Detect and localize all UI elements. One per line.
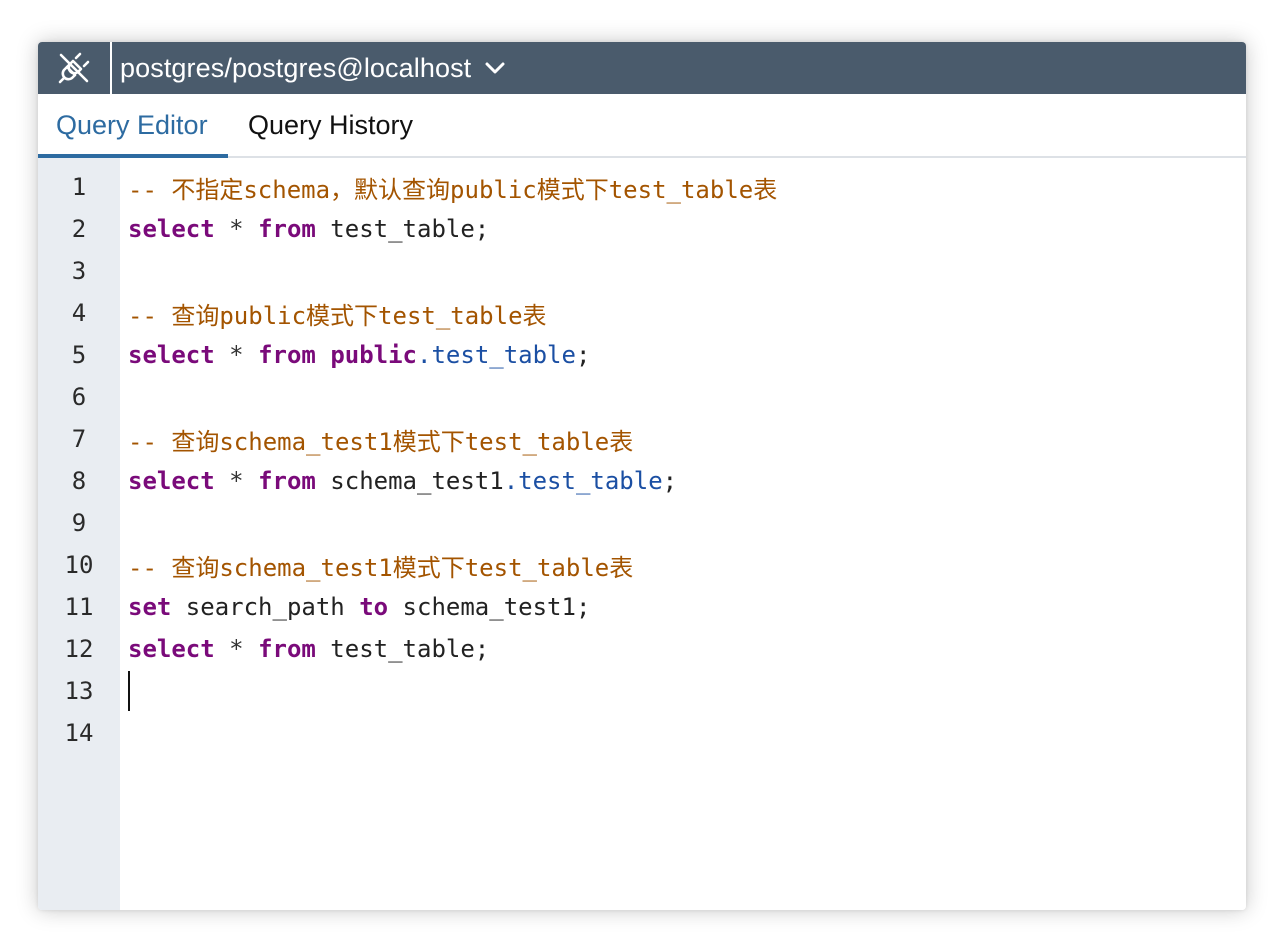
- sql-code-editor[interactable]: 1 -- 不指定schema，默认查询public模式下test_table表 2 s…: [38, 158, 1246, 910]
- code-line[interactable]: 10 -- 查询schema_test1模式下test_table表: [38, 544, 1246, 586]
- code-token-prop: .test_table: [417, 341, 576, 369]
- code-line[interactable]: 9: [38, 502, 1246, 544]
- code-token-comment: -- 不指定schema，默认查询public模式下test_table表: [128, 175, 778, 204]
- tab-label: Query History: [248, 109, 414, 140]
- line-number: 11: [64, 593, 94, 621]
- code-token-id: schema_test1: [315, 467, 504, 495]
- code-token-op: *: [214, 467, 259, 495]
- code-token-op: *: [214, 341, 259, 369]
- line-number: 3: [71, 257, 87, 285]
- code-token-comment: -- 查询schema_test1模式下test_table表: [128, 427, 634, 456]
- code-text: -- 查询schema_test1模式下test_table表: [120, 422, 633, 457]
- line-number: 12: [64, 635, 94, 663]
- code-token-kw: select: [128, 215, 215, 243]
- code-token-kw: public: [330, 341, 418, 369]
- code-token-op: *: [214, 215, 259, 243]
- code-token-kw: set: [128, 593, 172, 621]
- connection-label: postgres/postgres@localhost: [120, 52, 472, 83]
- line-number: 4: [71, 299, 87, 327]
- line-number: 2: [71, 215, 87, 243]
- code-token-comment: -- 查询public模式下test_table表: [128, 301, 547, 330]
- line-number: 1: [71, 173, 87, 201]
- code-text: -- 不指定schema，默认查询public模式下test_table表: [120, 170, 777, 205]
- code-line[interactable]: 3: [38, 250, 1246, 292]
- chevron-down-icon: [485, 61, 505, 75]
- code-token-kw: select: [128, 341, 215, 369]
- code-line[interactable]: 1 -- 不指定schema，默认查询public模式下test_table表: [38, 166, 1246, 208]
- tab-bar: Query Editor Query History: [38, 94, 1246, 158]
- code-token-kw: to: [359, 593, 389, 621]
- tab-query-editor[interactable]: Query Editor: [38, 94, 228, 158]
- code-text: select * from test_table;: [120, 635, 489, 663]
- line-number: 10: [64, 551, 94, 579]
- code-token-kw: from: [258, 341, 316, 369]
- code-token-id: [316, 341, 330, 369]
- connection-bar: postgres/postgres@localhost: [38, 42, 1246, 94]
- code-line[interactable]: 6: [38, 376, 1246, 418]
- code-line[interactable]: 5 select * from public.test_table;: [38, 334, 1246, 376]
- code-text: select * from schema_test1.test_table;: [120, 467, 677, 495]
- tab-query-history[interactable]: Query History: [228, 94, 413, 156]
- code-line[interactable]: 8 select * from schema_test1.test_table;: [38, 460, 1246, 502]
- code-text: select * from public.test_table;: [120, 341, 590, 369]
- code-token-id: schema_test1;: [388, 593, 591, 621]
- code-token-op: *: [214, 635, 259, 663]
- code-line[interactable]: 7 -- 查询schema_test1模式下test_table表: [38, 418, 1246, 460]
- line-number: 14: [64, 719, 94, 747]
- code-token-id: ;: [575, 341, 591, 369]
- code-token-kw: from: [258, 467, 316, 495]
- connection-status-button[interactable]: [38, 42, 112, 94]
- code-token-kw: select: [128, 635, 215, 663]
- code-token-kw: from: [258, 215, 316, 243]
- code-token-kw: from: [258, 635, 316, 663]
- line-number: 13: [64, 677, 94, 705]
- code-token-id: ;: [662, 467, 678, 495]
- code-text: select * from test_table;: [120, 215, 489, 243]
- query-tool-window: postgres/postgres@localhost Query Editor…: [38, 42, 1246, 910]
- code-token-id: search_path: [171, 593, 360, 621]
- line-number: 8: [71, 467, 87, 495]
- code-line[interactable]: 13: [38, 670, 1246, 712]
- line-number: 5: [71, 341, 87, 369]
- code-line[interactable]: 4 -- 查询public模式下test_table表: [38, 292, 1246, 334]
- code-text: set search_path to schema_test1;: [120, 593, 590, 621]
- code-text: -- 查询public模式下test_table表: [120, 296, 547, 331]
- disconnected-plug-icon: [56, 50, 92, 86]
- code-token-id: test_table;: [315, 635, 490, 663]
- code-line[interactable]: 2 select * from test_table;: [38, 208, 1246, 250]
- code-line[interactable]: 14: [38, 712, 1246, 754]
- code-token-kw: select: [128, 467, 215, 495]
- text-cursor: [128, 671, 130, 711]
- connection-selector[interactable]: postgres/postgres@localhost: [112, 42, 505, 94]
- code-token-id: test_table;: [315, 215, 490, 243]
- tab-label: Query Editor: [56, 109, 208, 140]
- line-number: 6: [71, 383, 87, 411]
- line-number: 7: [71, 425, 87, 453]
- code-text: -- 查询schema_test1模式下test_table表: [120, 548, 633, 583]
- line-number: 9: [71, 509, 87, 537]
- code-token-comment: -- 查询schema_test1模式下test_table表: [128, 553, 634, 582]
- code-token-prop: .test_table: [503, 467, 663, 495]
- code-line[interactable]: 11 set search_path to schema_test1;: [38, 586, 1246, 628]
- code-line[interactable]: 12 select * from test_table;: [38, 628, 1246, 670]
